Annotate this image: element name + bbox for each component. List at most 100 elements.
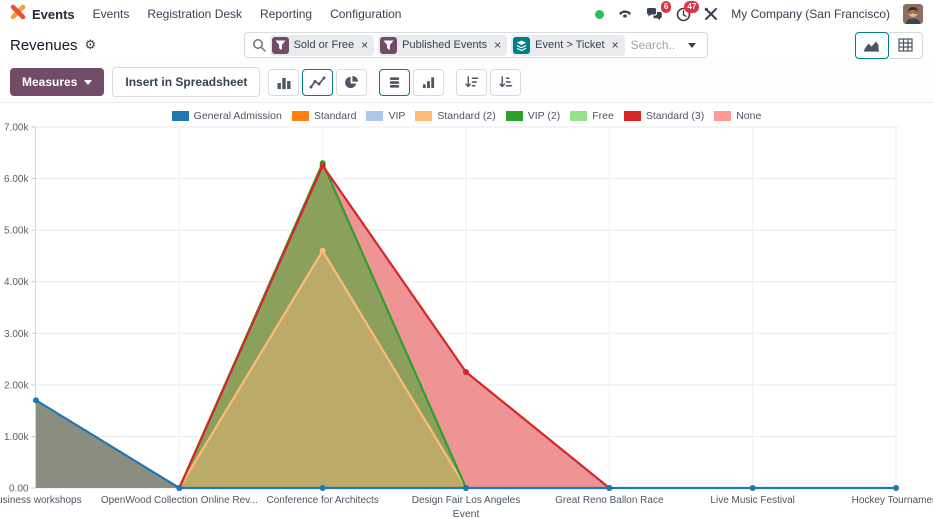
chevron-down-icon (84, 80, 92, 85)
y-tick-label: 4.00k (4, 277, 29, 288)
legend-item[interactable]: Standard (2) (415, 110, 495, 122)
sort-asc-button[interactable] (490, 69, 521, 96)
legend-item[interactable]: VIP (366, 110, 405, 122)
voip-phone-icon[interactable] (617, 7, 633, 21)
odoo-logo-icon (10, 4, 26, 25)
bar-chart-button[interactable] (268, 69, 299, 96)
sort-asc-icon (498, 75, 513, 89)
gear-icon[interactable]: ⚙ (85, 38, 97, 53)
legend-item[interactable]: Standard (3) (624, 110, 704, 122)
legend-item[interactable]: VIP (2) (506, 110, 560, 122)
menu-item-registration-desk[interactable]: Registration Desk (147, 7, 242, 21)
x-tick-label: OpenWood Collection Online Rev... (101, 495, 258, 506)
data-point[interactable] (33, 397, 39, 403)
chart-options-bar (268, 69, 521, 96)
legend-item[interactable]: Free (570, 110, 614, 122)
graph-view-button[interactable] (855, 32, 889, 59)
graph-toolbar: Measures Insert in Spreadsheet (0, 62, 933, 103)
activities-clock-icon[interactable]: 47 (676, 7, 691, 22)
cumulative-button[interactable] (413, 69, 444, 96)
revenue-line-chart[interactable]: 0.001.00k2.00k3.00k4.00k5.00k6.00k7.00kB… (0, 123, 933, 519)
measures-label: Measures (22, 75, 77, 89)
y-tick-label: 1.00k (4, 432, 29, 443)
search-input[interactable] (625, 38, 681, 52)
facet-label: Published Events (402, 39, 487, 51)
line-chart-button[interactable] (302, 69, 333, 96)
app-name: Events (32, 7, 75, 22)
menu-item-events[interactable]: Events (93, 7, 130, 21)
legend-label: Standard (3) (646, 110, 704, 122)
legend-label: None (736, 110, 761, 122)
filter-funnel-icon (272, 37, 289, 54)
messages-badge: 6 (661, 1, 671, 13)
y-tick-label: 7.00k (4, 123, 29, 134)
y-tick-label: 6.00k (4, 174, 29, 185)
legend-label: Standard (314, 110, 357, 122)
legend-item[interactable]: General Admission (172, 110, 282, 122)
legend-item[interactable]: Standard (292, 110, 357, 122)
data-point[interactable] (463, 369, 469, 375)
data-point[interactable] (176, 485, 182, 491)
x-tick-label: Business workshops (0, 495, 82, 506)
legend-item[interactable]: None (714, 110, 761, 122)
search-facets: Sold or Free×Published Events×Event > Ti… (266, 35, 625, 56)
legend-swatch (366, 111, 383, 121)
data-point[interactable] (463, 485, 469, 491)
online-status-dot (595, 10, 604, 19)
bar-chart-icon (276, 75, 292, 90)
x-tick-label: Live Music Festival (710, 495, 794, 506)
tools-icon[interactable] (704, 7, 718, 21)
messages-icon[interactable]: 6 (646, 7, 663, 22)
user-avatar[interactable] (903, 4, 923, 24)
search-facet-filter[interactable]: Sold or Free × (270, 35, 375, 56)
facet-remove-icon[interactable]: × (494, 39, 501, 51)
x-axis-title: Event (453, 508, 480, 519)
sort-desc-button[interactable] (456, 69, 487, 96)
company-name[interactable]: My Company (San Francisco) (731, 7, 890, 21)
x-tick-label: Great Reno Ballon Race (555, 495, 664, 506)
legend-swatch (292, 111, 309, 121)
data-point[interactable] (320, 485, 326, 491)
group-by-layers-icon (513, 37, 530, 54)
stacked-button[interactable] (379, 69, 410, 96)
data-point[interactable] (320, 248, 326, 254)
legend-label: Standard (2) (437, 110, 495, 122)
control-panel: Revenues ⚙ Sold or Free×Published Events… (0, 28, 933, 62)
search-facet-groupby[interactable]: Event > Ticket × (511, 35, 624, 56)
data-point[interactable] (750, 485, 756, 491)
x-tick-label: Design Fair Los Angeles (412, 495, 520, 506)
measures-button[interactable]: Measures (10, 68, 104, 96)
filter-funnel-icon (380, 37, 397, 54)
search-dropdown-toggle[interactable] (681, 43, 703, 48)
legend-label: Free (592, 110, 614, 122)
facet-label: Event > Ticket (535, 39, 604, 51)
data-point[interactable] (320, 163, 326, 169)
y-tick-label: 5.00k (4, 226, 29, 237)
data-point[interactable] (606, 485, 612, 491)
legend-label: VIP (388, 110, 405, 122)
legend-label: VIP (2) (528, 110, 560, 122)
search-icon (249, 38, 266, 52)
systray: 6 47 My Company (San Francisco) (595, 4, 923, 24)
cumulative-icon (421, 75, 436, 89)
facet-remove-icon[interactable]: × (361, 39, 368, 51)
pie-chart-button[interactable] (336, 69, 367, 96)
facet-remove-icon[interactable]: × (612, 39, 619, 51)
data-point[interactable] (893, 485, 899, 491)
menu-item-configuration[interactable]: Configuration (330, 7, 401, 21)
breadcrumb: Revenues ⚙ (10, 37, 96, 54)
pivot-view-button[interactable] (889, 32, 923, 59)
insert-in-spreadsheet-button[interactable]: Insert in Spreadsheet (112, 67, 260, 97)
stacked-icon (387, 75, 402, 90)
search-bar[interactable]: Sold or Free×Published Events×Event > Ti… (244, 32, 708, 58)
page-title: Revenues (10, 37, 78, 54)
activities-badge: 47 (684, 1, 699, 13)
line-chart-icon (309, 75, 326, 90)
legend-swatch (506, 111, 523, 121)
menu-item-reporting[interactable]: Reporting (260, 7, 312, 21)
app-brand[interactable]: Events (10, 4, 75, 25)
legend-swatch (570, 111, 587, 121)
search-facet-filter[interactable]: Published Events × (378, 35, 507, 56)
chart-legend: General Admission Standard VIP Standard (2)… (0, 103, 933, 123)
facet-label: Sold or Free (294, 39, 355, 51)
